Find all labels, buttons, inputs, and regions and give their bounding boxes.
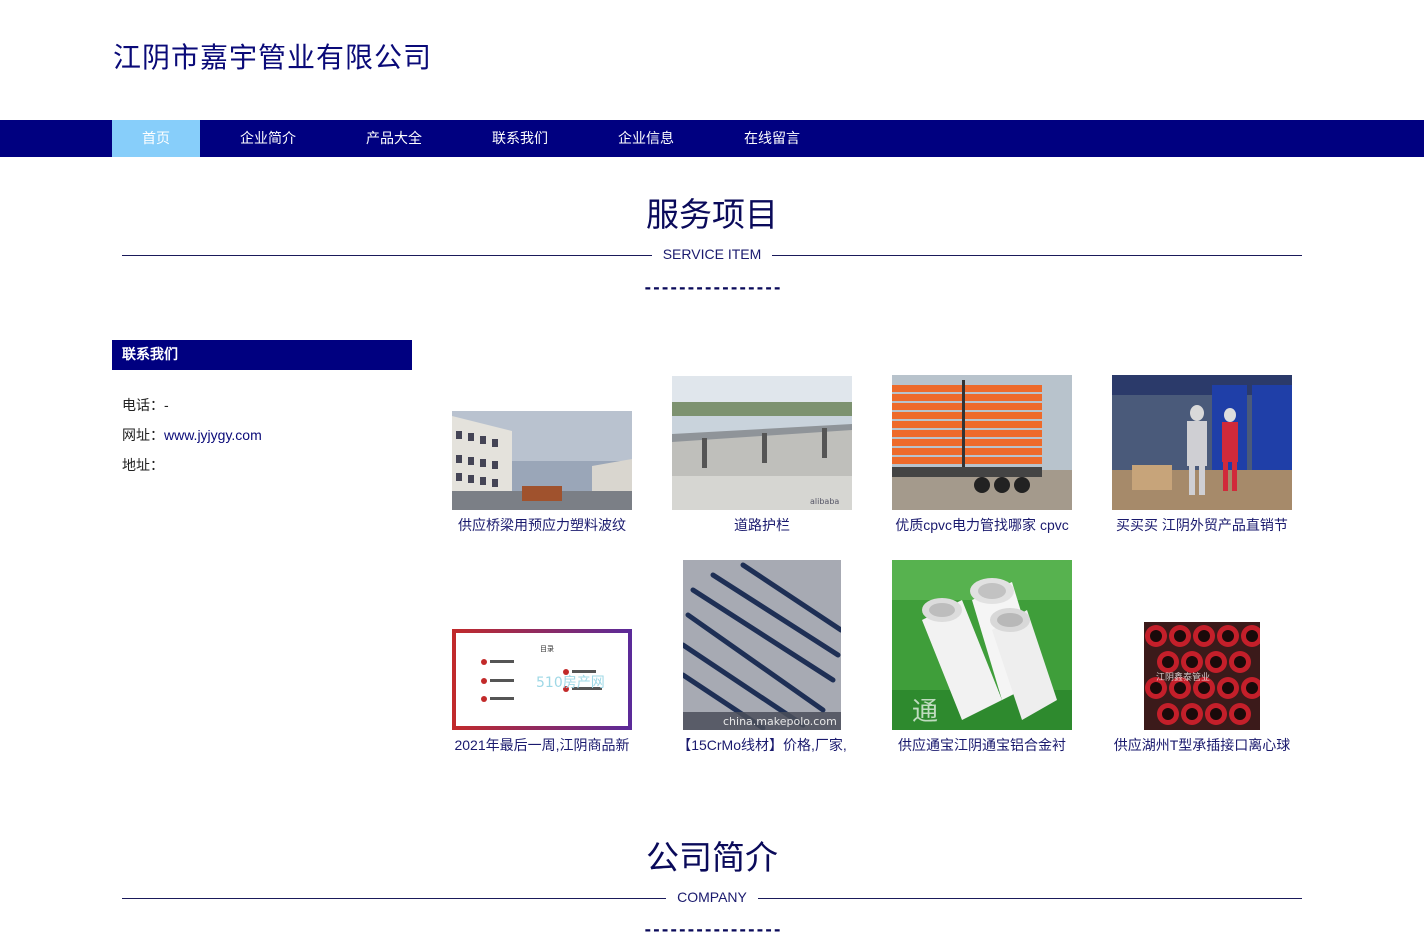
nav-item-info[interactable]: 企业信息 [604,120,688,157]
nav-item-about[interactable]: 企业简介 [226,120,310,157]
site-title: 江阴市嘉宇管业有限公司 [113,41,433,74]
nav-item-home[interactable]: 首页 [112,120,200,157]
contact-header: 联系我们 [112,340,412,370]
svg-text:alibaba: alibaba [810,497,839,506]
services-title: 服务项目 [646,195,778,234]
phone-label: 电话： [122,397,164,413]
svg-text:目录: 目录 [540,645,554,653]
company-subtitle: COMPANY [677,889,747,905]
product-image-steel-rods[interactable]: china.makepolo.com [683,560,841,730]
watermark-xintai: 江阴鑫泰管业 [1156,671,1210,683]
contact-website: 网址：www.jyjygy.com [122,425,262,445]
address-label: 地址： [122,457,164,473]
services-dashes: ---------------- [642,278,782,297]
product-card[interactable]: 目录 510房产网 2021年最后一周,江阴商品新 [452,560,632,760]
nav-item-contact[interactable]: 联系我们 [478,120,562,157]
product-card[interactable]: china.makepolo.com 【15CrMo线材】价格,厂家, [672,560,852,760]
product-card[interactable]: alibaba 道路护栏 [672,375,852,540]
main-nav: 首页 企业简介 产品大全 联系我们 企业信息 在线留言 [0,120,1424,157]
product-card[interactable]: 供应桥梁用预应力塑料波纹 [452,375,632,540]
watermark-tong: 通 [912,697,938,727]
contact-address: 地址： [122,455,164,475]
product-caption[interactable]: 供应通宝江阴通宝铝合金衬 [892,735,1072,755]
phone-value: - [164,397,169,413]
services-subtitle: SERVICE ITEM [662,246,762,262]
nav-item-message[interactable]: 在线留言 [730,120,814,157]
product-caption[interactable]: 供应湖州T型承插接口离心球 [1112,735,1292,755]
company-title: 公司简介 [646,838,778,877]
product-image-red-pipes[interactable]: 江阴鑫泰管业 [1144,622,1260,730]
product-caption[interactable]: 道路护栏 [672,515,852,535]
product-caption[interactable]: 2021年最后一周,江阴商品新 [452,735,632,755]
watermark-510: 510房产网 [536,675,605,691]
website-label: 网址： [122,427,164,443]
product-caption[interactable]: 优质cpvc电力管找哪家 cpvc [892,515,1072,535]
product-card[interactable]: 通 供应通宝江阴通宝铝合金衬 [892,560,1072,760]
product-caption[interactable]: 供应桥梁用预应力塑料波纹 [452,515,632,535]
website-link[interactable]: www.jyjygy.com [164,427,262,443]
product-caption[interactable]: 【15CrMo线材】价格,厂家, [672,735,852,755]
product-image-orange-pipes[interactable] [892,375,1072,510]
nav-item-products[interactable]: 产品大全 [352,120,436,157]
product-card[interactable]: 买买买 江阴外贸产品直销节 [1112,375,1292,540]
product-card[interactable]: 优质cpvc电力管找哪家 cpvc [892,375,1072,540]
product-image-factory[interactable] [452,411,632,510]
product-card[interactable]: 江阴鑫泰管业 供应湖州T型承插接口离心球 [1112,560,1292,760]
product-image-report[interactable]: 目录 510房产网 [452,629,632,730]
watermark-makepolo: china.makepolo.com [723,715,837,728]
product-image-expo[interactable] [1112,375,1292,510]
product-image-white-pipes[interactable]: 通 [892,560,1072,730]
company-dashes: ---------------- [642,920,782,933]
product-caption[interactable]: 买买买 江阴外贸产品直销节 [1112,515,1292,535]
product-image-guardrail[interactable]: alibaba [672,376,852,510]
contact-phone: 电话：- [122,395,169,415]
